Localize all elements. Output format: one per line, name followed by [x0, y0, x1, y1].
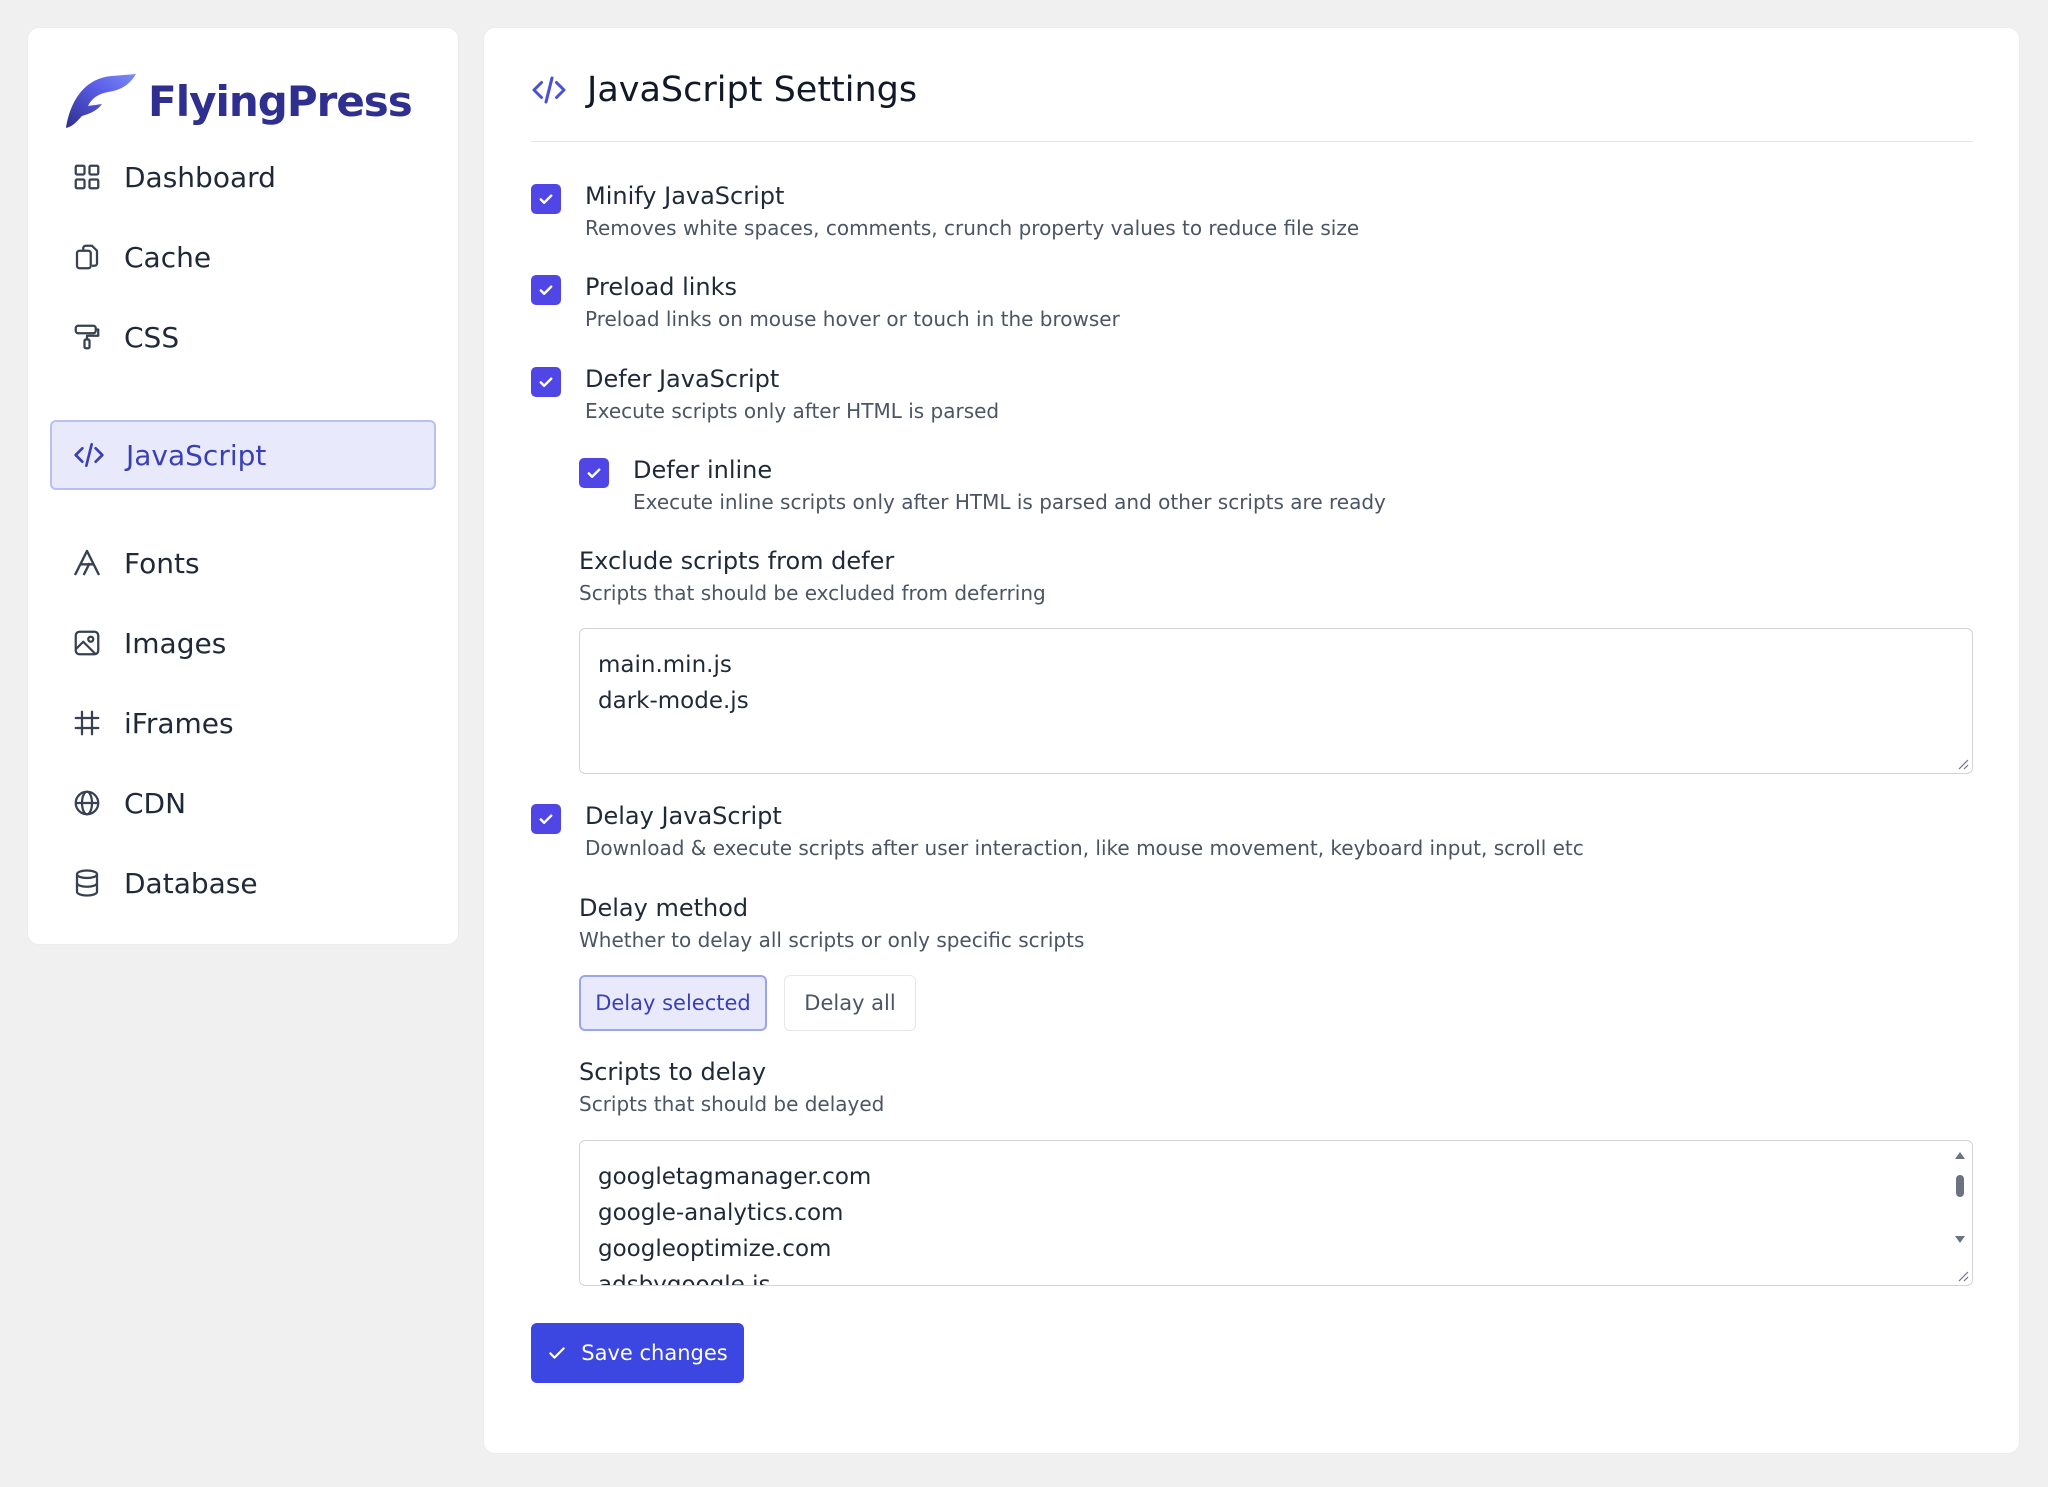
option-description: Execute inline scripts only after HTML i… [633, 490, 1386, 514]
font-icon [70, 546, 104, 580]
scripts-to-delay-textarea[interactable]: googletagmanager.com google-analytics.co… [579, 1140, 1973, 1286]
check-icon [587, 468, 601, 478]
code-icon [531, 72, 567, 108]
save-button-label: Save changes [581, 1341, 728, 1365]
defer-checkbox[interactable] [531, 367, 561, 397]
field-description: Scripts that should be delayed [579, 1092, 885, 1116]
save-changes-button[interactable]: Save changes [531, 1323, 744, 1383]
option-description: Download & execute scripts after user in… [585, 836, 1584, 860]
delay-all-button[interactable]: Delay all [784, 975, 916, 1031]
brand-name: FlyingPress [148, 76, 413, 126]
check-icon [549, 1347, 566, 1359]
option-defer-javascript: Defer JavaScript Execute scripts only af… [531, 363, 999, 427]
paint-roller-icon [70, 320, 104, 354]
header-divider [531, 141, 1973, 142]
delay-method-field: Delay method Whether to delay all script… [579, 892, 1084, 956]
field-label: Exclude scripts from defer [579, 547, 895, 575]
textarea-line: googletagmanager.com [598, 1164, 872, 1190]
sidebar-item-label: CDN [124, 786, 187, 820]
settings-panel: JavaScript Settings Minify JavaScript Re… [483, 27, 2020, 1454]
sidebar-item-css[interactable]: CSS [50, 302, 436, 372]
check-icon [539, 285, 553, 295]
scrollbar[interactable] [1952, 1149, 1968, 1249]
check-icon [539, 814, 553, 824]
textarea-line: google-analytics.com [598, 1200, 844, 1226]
option-preload-links: Preload links Preload links on mouse hov… [531, 271, 1120, 335]
option-label: Defer inline [633, 456, 773, 484]
database-icon [70, 866, 104, 900]
preload-checkbox[interactable] [531, 275, 561, 305]
defer-inline-checkbox[interactable] [579, 458, 609, 488]
textarea-line: main.min.js [598, 652, 732, 678]
option-description: Preload links on mouse hover or touch in… [585, 307, 1120, 331]
minify-checkbox[interactable] [531, 184, 561, 214]
resize-grip-icon[interactable] [1955, 756, 1969, 770]
option-minify-javascript: Minify JavaScript Removes white spaces, … [531, 180, 1359, 244]
sidebar-item-label: CSS [124, 320, 180, 354]
page-title: JavaScript Settings [587, 70, 918, 110]
brand-logo[interactable]: FlyingPress [62, 72, 413, 130]
textarea-line: adsbygoogle.js [598, 1272, 771, 1286]
field-description: Scripts that should be excluded from def… [579, 581, 1046, 605]
sidebar-item-label: Database [124, 866, 258, 900]
field-label: Delay method [579, 894, 749, 922]
code-icon [72, 438, 106, 472]
field-description: Whether to delay all scripts or only spe… [579, 928, 1085, 952]
sidebar-item-images[interactable]: Images [50, 608, 436, 678]
sidebar: FlyingPress Dashboard Cache CSS JavaScri… [27, 27, 459, 945]
hash-icon [70, 706, 104, 740]
page-header: JavaScript Settings [531, 70, 917, 110]
sidebar-item-iframes[interactable]: iFrames [50, 688, 436, 758]
delay-checkbox[interactable] [531, 804, 561, 834]
flyingpress-logo-icon [66, 74, 136, 128]
sidebar-item-label: Cache [124, 240, 212, 274]
textarea-line: dark-mode.js [598, 688, 749, 714]
sidebar-item-cache[interactable]: Cache [50, 222, 436, 292]
globe-icon [70, 786, 104, 820]
delay-selected-button[interactable]: Delay selected [579, 975, 767, 1031]
resize-grip-icon[interactable] [1955, 1268, 1969, 1282]
check-icon [539, 194, 553, 204]
check-icon [539, 377, 553, 387]
option-label: Minify JavaScript [585, 182, 785, 210]
option-description: Removes white spaces, comments, crunch p… [585, 216, 1360, 240]
sidebar-item-cdn[interactable]: CDN [50, 768, 436, 838]
scripts-to-delay-field: Scripts to delay Scripts that should be … [579, 1056, 884, 1120]
textarea-line: googleoptimize.com [598, 1236, 832, 1262]
field-label: Scripts to delay [579, 1058, 767, 1086]
sidebar-item-label: JavaScript [126, 438, 267, 472]
option-description: Execute scripts only after HTML is parse… [585, 399, 1000, 423]
option-label: Defer JavaScript [585, 365, 780, 393]
exclude-defer-field: Exclude scripts from defer Scripts that … [579, 545, 1046, 609]
sidebar-item-javascript[interactable]: JavaScript [50, 420, 436, 490]
sidebar-item-fonts[interactable]: Fonts [50, 528, 436, 598]
image-icon [70, 626, 104, 660]
exclude-defer-textarea[interactable]: main.min.js dark-mode.js [579, 628, 1973, 774]
option-defer-inline: Defer inline Execute inline scripts only… [579, 454, 1386, 518]
option-label: Preload links [585, 273, 738, 301]
sidebar-item-label: Dashboard [124, 160, 276, 194]
sidebar-item-label: Images [124, 626, 227, 660]
grid-icon [70, 160, 104, 194]
option-label: Delay JavaScript [585, 802, 782, 830]
sidebar-item-database[interactable]: Database [50, 848, 436, 918]
sidebar-item-label: iFrames [124, 706, 234, 740]
sidebar-item-dashboard[interactable]: Dashboard [50, 142, 436, 212]
sidebar-item-label: Fonts [124, 546, 200, 580]
copy-icon [70, 240, 104, 274]
option-delay-javascript: Delay JavaScript Download & execute scri… [531, 800, 1584, 864]
